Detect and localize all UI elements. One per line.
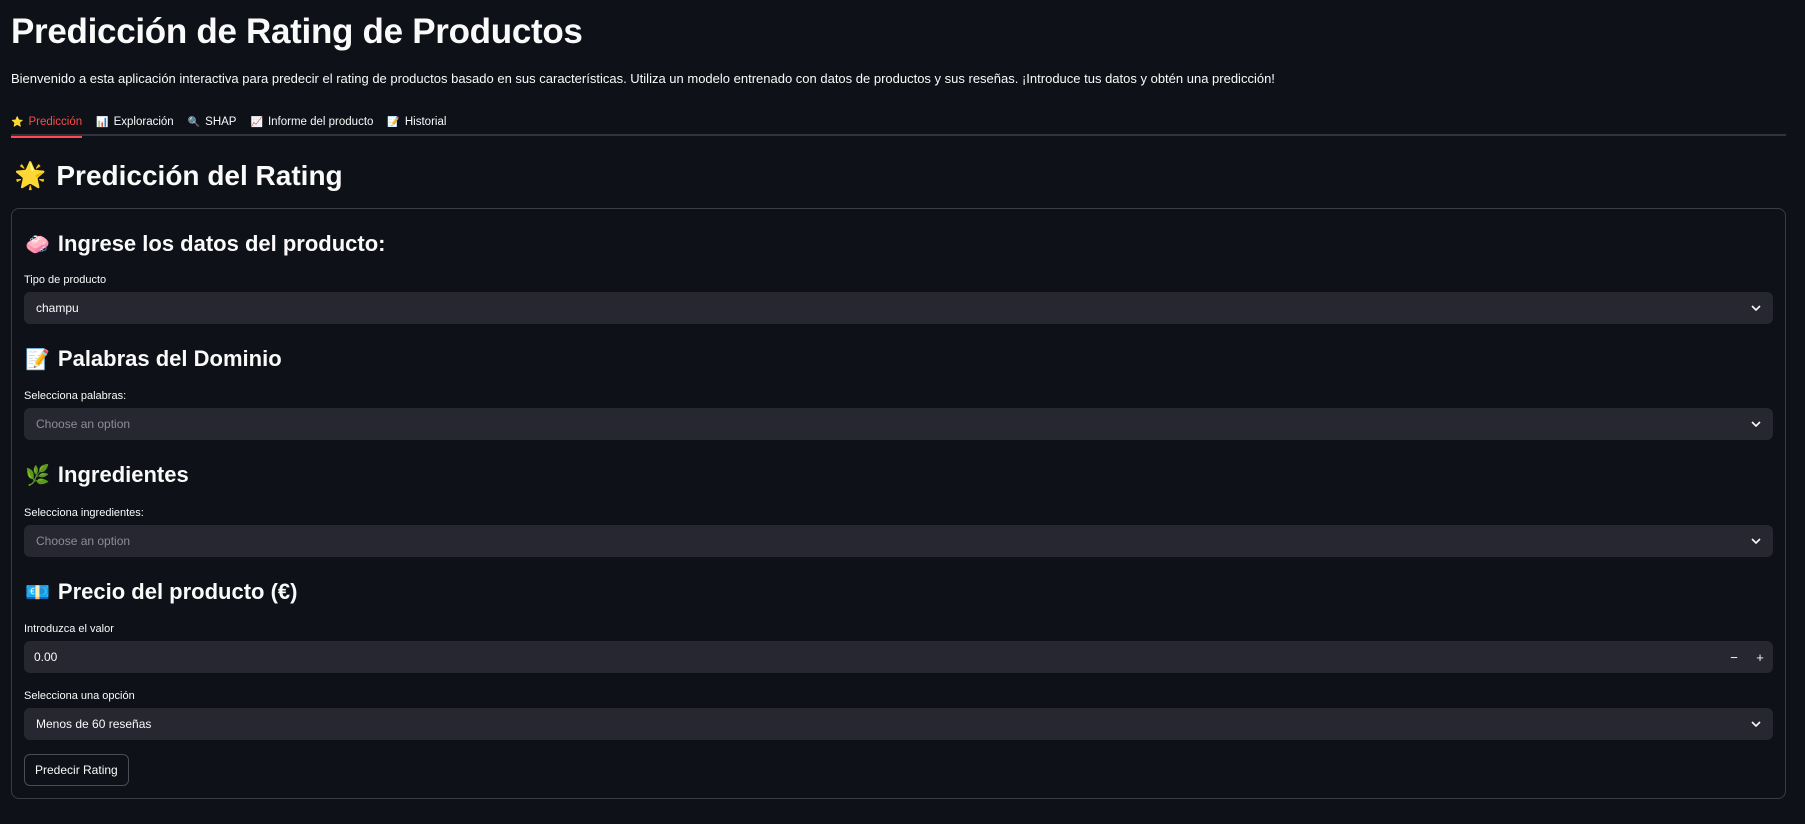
ingredients-heading: 🌿 Ingredientes <box>25 462 189 488</box>
tab-shap[interactable]: 🔍 SHAP <box>188 106 237 136</box>
section-title: 🌟 Predicción del Rating <box>14 160 343 192</box>
herb-icon: 🌿 <box>25 463 50 487</box>
tab-label: Predicción <box>28 116 83 128</box>
tab-prediccion[interactable]: ⭐ Predicción <box>11 106 83 138</box>
product-type-value: champu <box>36 301 79 315</box>
ingredients-placeholder: Choose an option <box>36 534 131 548</box>
tab-label: Informe del producto <box>267 116 374 128</box>
tab-historial[interactable]: 📝 Historial <box>387 106 446 136</box>
predict-rating-button[interactable]: Predecir Rating <box>24 754 129 786</box>
tab-label: Exploración <box>113 116 174 128</box>
memo-icon: 📝 <box>25 347 50 371</box>
chevron-down-icon <box>1751 536 1761 546</box>
tab-label: Historial <box>404 116 447 128</box>
price-heading: 💶 Precio del producto (€) <box>25 579 298 605</box>
product-type-select[interactable]: champu <box>24 292 1773 324</box>
reviews-value: Menos de 60 reseñas <box>36 717 152 731</box>
tab-bar: ⭐ Predicción 📊 Exploración 🔍 SHAP 📈 Info… <box>11 106 1786 138</box>
chevron-down-icon <box>1751 303 1761 313</box>
product-data-heading-text: Ingrese los datos del producto: <box>57 231 386 256</box>
star-icon: ⭐ <box>11 116 24 128</box>
product-type-label: Tipo de producto <box>24 274 107 286</box>
tab-informe[interactable]: 📈 Informe del producto <box>250 106 373 136</box>
reviews-select[interactable]: Menos de 60 reseñas <box>24 708 1773 740</box>
tab-label: SHAP <box>205 116 237 128</box>
page-description: Bienvenido a esta aplicación interactiva… <box>11 71 1275 86</box>
increment-button[interactable]: + <box>1747 641 1773 673</box>
price-label: Introduzca el valor <box>24 623 114 635</box>
magnifier-icon: 🔍 <box>187 116 201 128</box>
ingredients-heading-text: Ingredientes <box>57 462 189 487</box>
ingredients-multiselect[interactable]: Choose an option <box>24 525 1773 557</box>
app-page: Predicción de Rating de Productos Bienve… <box>0 0 1805 824</box>
trend-chart-icon: 📈 <box>250 116 263 128</box>
decrement-button[interactable]: − <box>1721 641 1747 673</box>
section-title-text: Predicción del Rating <box>56 160 343 191</box>
glowing-star-icon: 🌟 <box>14 161 47 191</box>
domain-words-label: Selecciona palabras: <box>24 390 127 402</box>
memo-icon: 📝 <box>387 116 400 128</box>
euro-banknote-icon: 💶 <box>25 580 50 604</box>
tab-exploracion[interactable]: 📊 Exploración <box>96 106 174 136</box>
page-title: Predicción de Rating de Productos <box>11 12 583 51</box>
chevron-down-icon <box>1751 419 1761 429</box>
price-input[interactable] <box>34 650 634 664</box>
domain-words-heading: 📝 Palabras del Dominio <box>25 346 282 372</box>
prediction-form: 🧼 Ingrese los datos del producto: Tipo d… <box>11 208 1786 799</box>
reviews-label: Selecciona una opción <box>24 690 135 702</box>
price-number-input: − + <box>24 641 1773 673</box>
soap-icon: 🧼 <box>25 232 50 256</box>
price-stepper: − + <box>1721 641 1773 673</box>
product-data-heading: 🧼 Ingrese los datos del producto: <box>25 231 386 257</box>
domain-words-placeholder: Choose an option <box>36 417 131 431</box>
ingredients-label: Selecciona ingredientes: <box>24 507 144 519</box>
price-heading-text: Precio del producto (€) <box>57 579 298 604</box>
bar-chart-icon: 📊 <box>96 116 109 128</box>
domain-words-heading-text: Palabras del Dominio <box>57 346 282 371</box>
chevron-down-icon <box>1751 719 1761 729</box>
domain-words-multiselect[interactable]: Choose an option <box>24 408 1773 440</box>
